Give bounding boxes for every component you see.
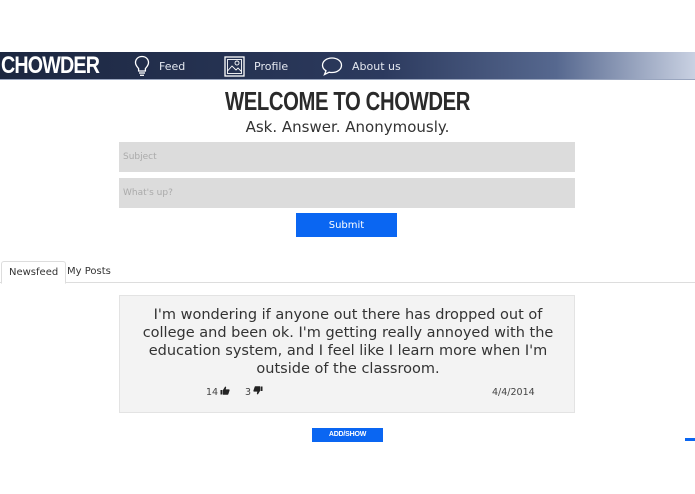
nav-item-feed[interactable]: Feed [134,52,185,80]
upvote-count: 14 [206,386,219,398]
page-title: WELCOME TO CHOWDER [225,86,470,116]
nav-label-feed: Feed [159,59,186,73]
subject-input[interactable] [119,142,575,172]
post-body: I'm wondering if anyone out there has dr… [142,307,554,377]
nav-item-profile[interactable]: Profile [224,52,288,80]
tab-newsfeed[interactable]: Newsfeed [1,261,67,284]
thumbs-down-icon [253,386,263,398]
scroll-indicator [685,438,695,441]
tab-my-posts[interactable]: My Posts [60,261,118,283]
page-tagline: Ask. Answer. Anonymously. [245,118,450,136]
nav-item-about[interactable]: About us [321,52,401,80]
nav-label-profile: Profile [254,59,289,73]
feed-tabs: Newsfeed My Posts [0,261,695,284]
post-date: 4/4/2014 [492,387,535,398]
speech-bubble-icon [321,56,343,76]
add-show-comments-button[interactable]: ADD/SHOW COMMENTS [312,428,383,452]
top-navbar: CHOWDER Feed Profile About us [0,52,695,80]
submit-button[interactable]: Submit [296,213,397,237]
downvote-count: 3 [245,386,252,398]
upvote-button[interactable]: 14 [206,386,230,398]
thumbs-up-icon [220,386,230,398]
picture-icon [224,55,245,77]
downvote-button[interactable]: 3 [245,386,263,398]
post-card: I'm wondering if anyone out there has dr… [119,295,575,413]
lightbulb-icon [134,55,150,77]
brand-logo[interactable]: CHOWDER [1,53,100,79]
message-input[interactable] [119,178,575,208]
nav-label-about: About us [352,59,401,73]
